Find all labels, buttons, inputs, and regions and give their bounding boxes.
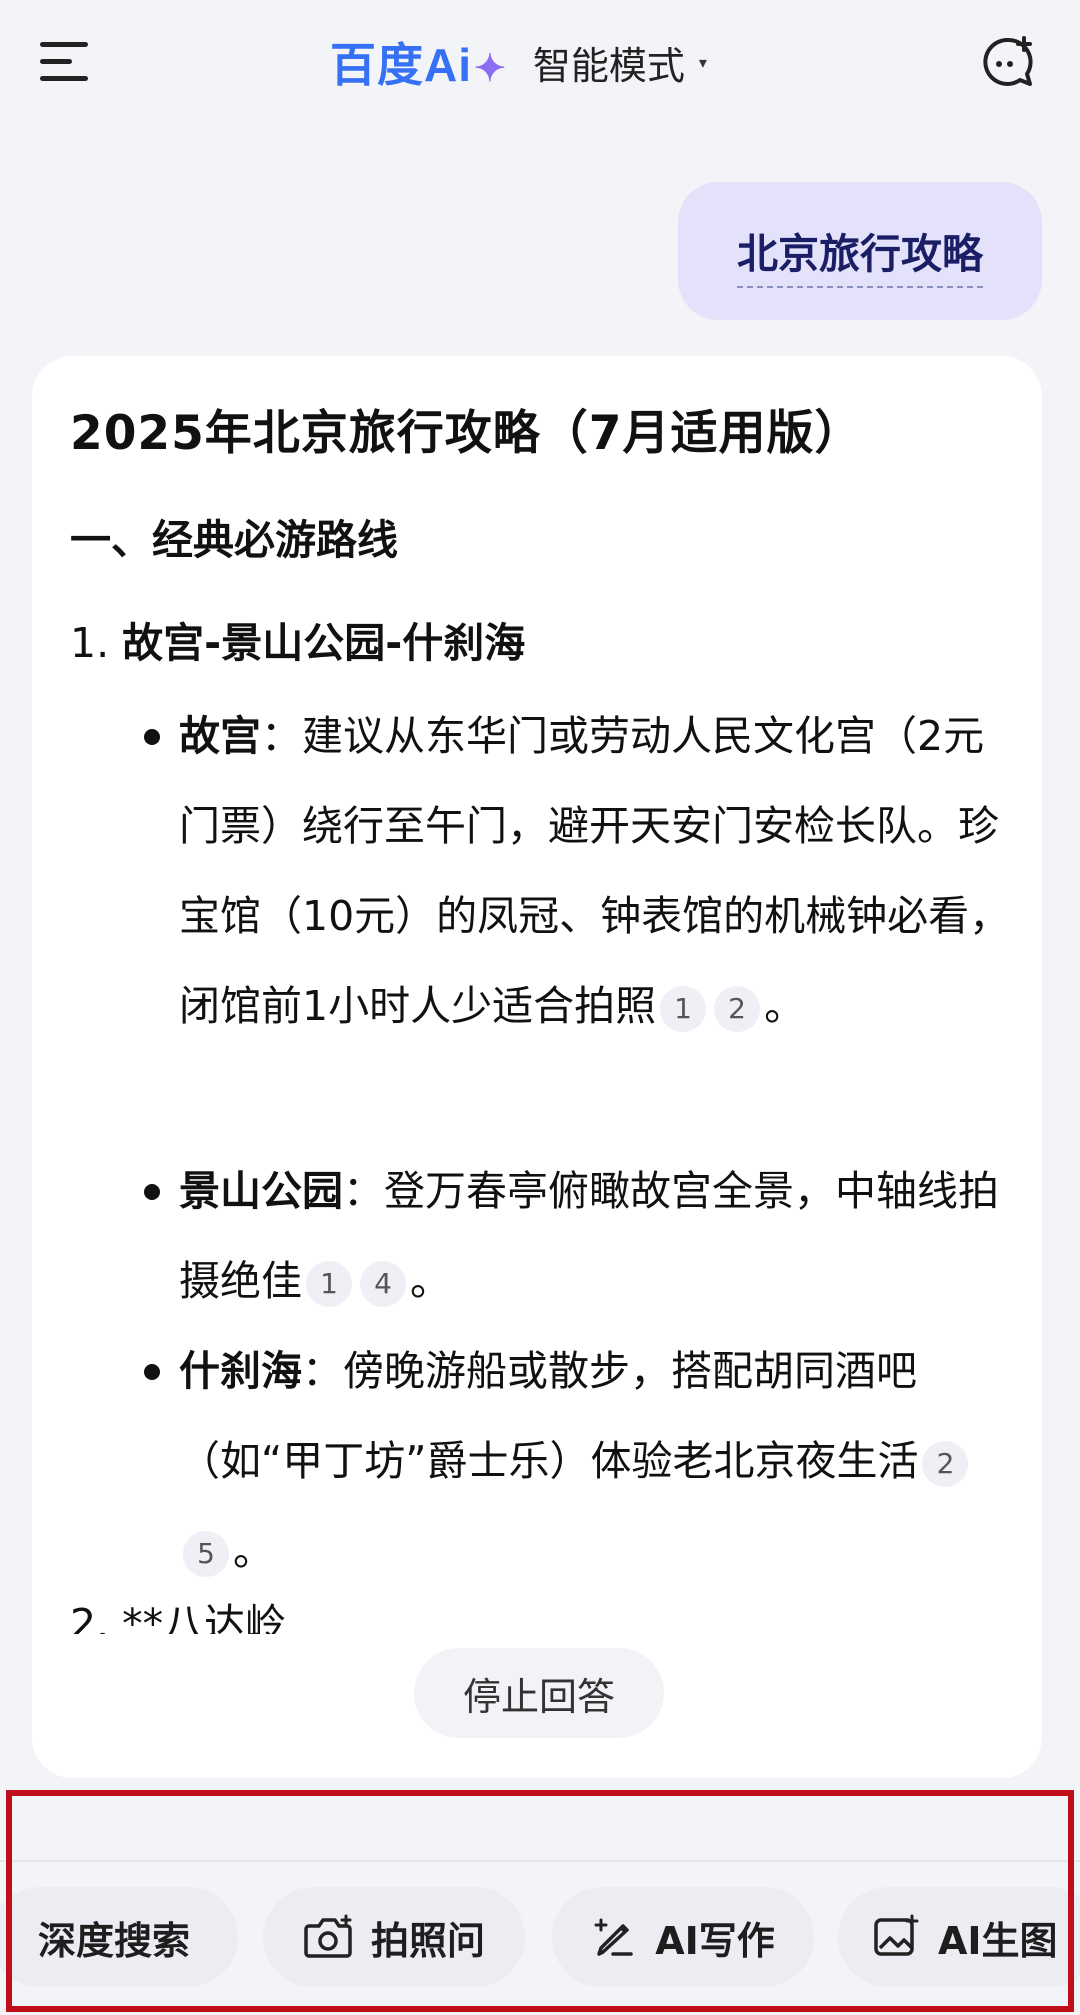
ai-image-chip[interactable]: AI生图 xyxy=(838,1887,1080,1987)
ai-writing-chip[interactable]: AI写作 xyxy=(552,1887,814,1987)
stop-answer-button[interactable]: 停止回答 xyxy=(414,1648,664,1738)
bullet-text: 建议从东华门或劳动人民文化宫（2元门票）绕行至午门，避开天安门安检长队。珍宝馆（… xyxy=(179,712,1011,1030)
bullet-item: 故宫：建议从东华门或劳动人民文化宫（2元门票）绕行至午门，避开天安门安检长队。珍… xyxy=(134,691,1014,1051)
chip-label: AI写作 xyxy=(655,1918,775,1963)
bullet-item: 景山公园：登万春亭俯瞰故宫全景，中轴线拍摄绝佳 1 4。 xyxy=(134,1146,1014,1326)
top-bar: 百度Ai✦ 智能模式 ▾ xyxy=(0,0,1080,130)
image-sparkle-icon xyxy=(874,1914,919,1956)
citation-badge[interactable]: 5 xyxy=(183,1531,229,1577)
citation-badge[interactable]: 2 xyxy=(714,986,761,1032)
camera-icon xyxy=(304,1914,352,1958)
chip-label: AI生图 xyxy=(938,1918,1058,1963)
bullet-label: 故宫 xyxy=(179,712,261,760)
brand-area: 百度Ai✦ 智能模式 ▾ xyxy=(330,32,707,92)
route-item-heading: 1. 故宫-景山公园-什刹海 xyxy=(70,609,525,669)
user-message-bubble: 北京旅行攻略 xyxy=(678,182,1042,320)
route-item-title: 故宫-景山公园-什刹海 xyxy=(122,619,526,667)
mode-label: 智能模式 xyxy=(532,43,685,88)
bullet-label: 景山公园 xyxy=(179,1167,343,1215)
user-message-text[interactable]: 北京旅行攻略 xyxy=(737,220,983,288)
bullet-dot xyxy=(144,1364,160,1380)
bullet-item: 什刹海：傍晚游船或散步，搭配胡同酒吧（如“甲丁坊”爵士乐）体验老北京夜生活 25。 xyxy=(134,1326,1014,1596)
bullet-label: 什刹海 xyxy=(179,1347,302,1395)
answer-card: 2025年北京旅行攻略（7月适用版） 一、经典必游路线 1. 故宫-景山公园-什… xyxy=(32,356,1042,1778)
citation-badge[interactable]: 1 xyxy=(306,1261,352,1307)
mode-selector[interactable]: 智能模式 ▾ xyxy=(533,35,707,90)
deep-search-chip[interactable]: 深度搜索 xyxy=(0,1887,238,1987)
citation-badge[interactable]: 1 xyxy=(660,986,707,1032)
route-item-number: 1. xyxy=(70,619,110,667)
pen-sparkle-icon xyxy=(594,1918,633,1956)
chip-label: 深度搜索 xyxy=(37,1918,190,1963)
chip-label: 拍照问 xyxy=(370,1918,485,1963)
citation-badge[interactable]: 2 xyxy=(922,1441,969,1487)
caret-down-icon: ▾ xyxy=(698,52,707,72)
section-heading: 一、经典必游路线 xyxy=(70,516,398,564)
next-item-partial: 2. **八达岭 xyxy=(70,1600,287,1634)
answer-title: 2025年北京旅行攻略（7月适用版） xyxy=(70,406,863,461)
new-chat-icon[interactable] xyxy=(980,34,1036,90)
bullet-dot xyxy=(144,1184,160,1200)
citation-badge[interactable]: 4 xyxy=(360,1261,406,1307)
divider xyxy=(0,1860,1080,1862)
bullet-dot xyxy=(144,729,160,745)
baidu-ai-logo: 百度Ai✦ xyxy=(330,39,507,91)
photo-ask-chip[interactable]: 拍照问 xyxy=(263,1887,525,1987)
menu-icon[interactable] xyxy=(40,38,92,84)
